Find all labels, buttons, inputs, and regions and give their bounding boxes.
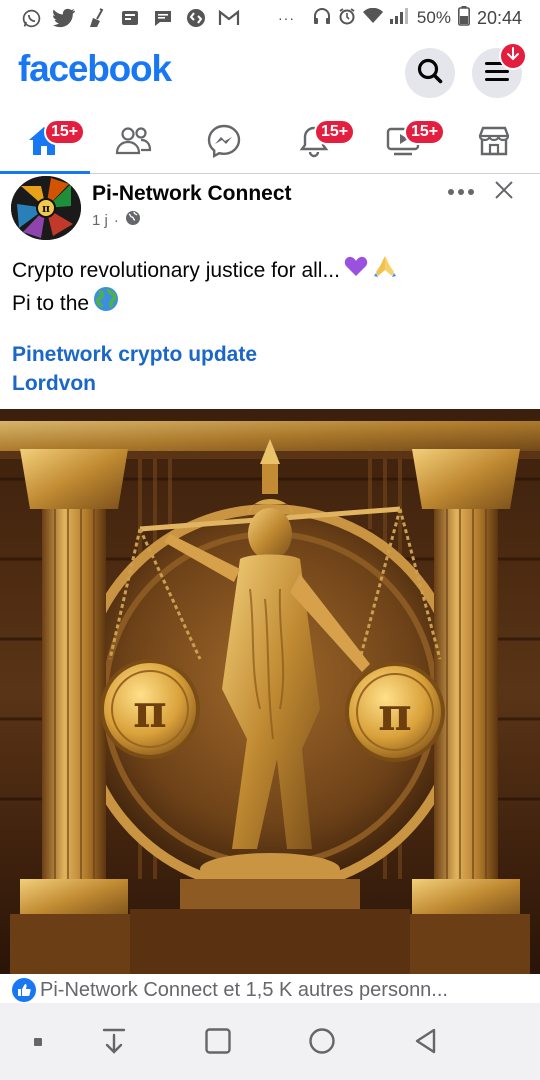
tab-video[interactable]: 15+ bbox=[374, 118, 446, 168]
system-nav-bar bbox=[0, 1003, 540, 1080]
notifications-badge: 15+ bbox=[314, 119, 356, 145]
tab-home[interactable]: 15+ bbox=[14, 118, 86, 168]
arrow-down-icon bbox=[506, 46, 520, 67]
facebook-logo[interactable]: facebook bbox=[18, 48, 172, 90]
message-icon bbox=[152, 7, 174, 29]
battery-icon bbox=[457, 5, 470, 31]
battery-percent: 50% bbox=[416, 8, 451, 27]
reactions-summary[interactable]: Pi-Network Connect et 1,5 K autres perso… bbox=[0, 974, 540, 1006]
more-icon bbox=[447, 183, 475, 201]
alarm-icon bbox=[338, 7, 356, 30]
post-text: Crypto revolutionary justice for all... … bbox=[12, 254, 398, 320]
svg-text:π: π bbox=[133, 684, 167, 738]
like-icon bbox=[12, 978, 36, 1002]
tab-messenger[interactable] bbox=[194, 118, 254, 168]
active-tab-indicator bbox=[0, 171, 90, 174]
status-bar: ··· 50% 20:44 bbox=[0, 0, 540, 36]
dot-button[interactable] bbox=[18, 1023, 58, 1063]
update-badge bbox=[499, 42, 527, 70]
headphones-icon bbox=[313, 7, 331, 30]
dot-icon bbox=[33, 1034, 43, 1052]
tab-notifications[interactable]: 15+ bbox=[284, 118, 356, 168]
post-links: Pinetwork crypto update Lordvon bbox=[12, 340, 257, 398]
post-text-line1: Crypto revolutionary justice for all... bbox=[12, 258, 340, 282]
avatar[interactable]: π bbox=[11, 176, 81, 240]
post-text-line2: Pi to the bbox=[12, 291, 90, 315]
square-icon bbox=[204, 1027, 232, 1060]
back-triangle-icon bbox=[412, 1027, 440, 1060]
close-icon bbox=[494, 180, 514, 205]
praying-hands-icon bbox=[372, 254, 398, 286]
hashtag-link-2[interactable]: Lordvon bbox=[12, 369, 257, 398]
recents-button[interactable] bbox=[198, 1023, 238, 1063]
gmail-icon bbox=[218, 7, 240, 29]
post-image[interactable]: π π bbox=[0, 409, 540, 974]
post-options-button[interactable] bbox=[446, 180, 476, 204]
twitter-icon bbox=[53, 7, 75, 29]
hide-post-button[interactable] bbox=[490, 178, 518, 206]
signal-icon bbox=[389, 7, 410, 29]
meta-separator: · bbox=[113, 211, 119, 229]
post-header: π Pi-Network Connect 1 j · bbox=[0, 176, 540, 246]
shazam-icon bbox=[185, 7, 207, 29]
menu-button[interactable] bbox=[472, 42, 527, 98]
search-icon bbox=[416, 57, 444, 90]
svg-text:π: π bbox=[42, 202, 50, 215]
status-overflow: ··· bbox=[278, 10, 295, 26]
whatsapp-icon bbox=[20, 7, 42, 29]
download-icon bbox=[101, 1027, 127, 1060]
sim-icon bbox=[119, 7, 141, 29]
earth-globe-icon bbox=[93, 286, 119, 320]
post-time[interactable]: 1 j bbox=[92, 212, 108, 229]
purple-heart-icon bbox=[344, 255, 368, 285]
svg-text:π: π bbox=[378, 687, 412, 741]
hashtag-link-1[interactable]: Pinetwork crypto update bbox=[12, 340, 257, 369]
reactions-text: Pi-Network Connect et 1,5 K autres perso… bbox=[40, 978, 448, 1001]
tab-friends[interactable] bbox=[104, 118, 164, 168]
back-button[interactable] bbox=[406, 1023, 446, 1063]
nav-tabs: 15+ 15+ 15+ bbox=[0, 112, 540, 174]
tab-marketplace[interactable] bbox=[464, 118, 524, 168]
video-badge: 15+ bbox=[404, 119, 446, 145]
broom-icon bbox=[86, 7, 108, 29]
clock: 20:44 bbox=[476, 7, 522, 28]
marketplace-icon bbox=[476, 124, 512, 163]
home-nav-button[interactable] bbox=[302, 1023, 342, 1063]
home-badge: 15+ bbox=[44, 119, 86, 145]
wifi-icon bbox=[362, 7, 383, 29]
app-header: facebook bbox=[0, 40, 540, 104]
globe-icon bbox=[125, 210, 141, 230]
download-nav-button[interactable] bbox=[94, 1023, 134, 1063]
circle-icon bbox=[308, 1027, 336, 1060]
friends-icon bbox=[114, 125, 154, 162]
post-meta: 1 j · bbox=[92, 210, 141, 230]
messenger-icon bbox=[206, 123, 242, 164]
page-name[interactable]: Pi-Network Connect bbox=[92, 182, 292, 206]
search-button[interactable] bbox=[405, 48, 455, 98]
